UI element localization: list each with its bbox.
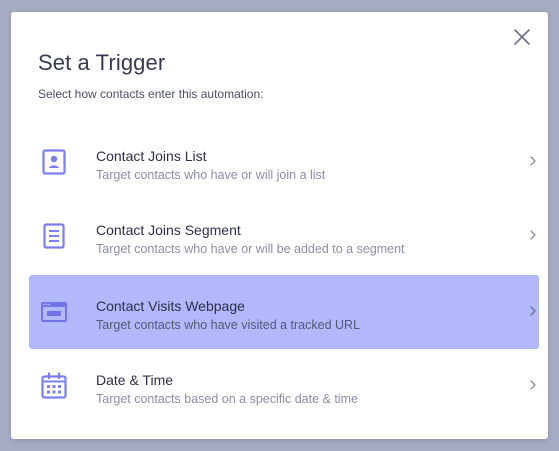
chevron-right-icon <box>527 378 539 392</box>
trigger-modal: Set a Trigger Select how contacts enter … <box>11 12 548 439</box>
chevron-right-icon <box>527 304 539 318</box>
segment-document-icon <box>39 221 69 251</box>
calendar-icon <box>39 371 69 401</box>
chevron-right-icon <box>527 228 539 242</box>
option-title: Contact Joins List <box>96 148 207 164</box>
chevron-right-icon <box>527 154 539 168</box>
browser-window-icon <box>39 297 69 327</box>
option-description: Target contacts who have or will join a … <box>96 168 326 182</box>
option-contact-joins-segment[interactable]: Contact Joins Segment Target contacts wh… <box>29 199 539 273</box>
option-title: Contact Joins Segment <box>96 222 241 238</box>
option-contact-visits-webpage[interactable]: Contact Visits Webpage Target contacts w… <box>29 275 539 349</box>
option-description: Target contacts who have visited a track… <box>96 318 361 332</box>
option-contact-joins-list[interactable]: Contact Joins List Target contacts who h… <box>29 125 539 199</box>
option-title: Date & Time <box>96 372 174 388</box>
close-icon[interactable] <box>513 28 531 46</box>
option-description: Target contacts who have or will be adde… <box>96 242 405 256</box>
option-title: Contact Visits Webpage <box>96 298 245 314</box>
modal-subtitle: Select how contacts enter this automatio… <box>38 87 264 101</box>
option-date-and-time[interactable]: Date & Time Target contacts based on a s… <box>29 349 539 423</box>
option-description: Target contacts based on a specific date… <box>96 392 358 406</box>
contact-card-icon <box>39 147 69 177</box>
close-button[interactable] <box>513 28 531 46</box>
modal-title: Set a Trigger <box>38 50 166 75</box>
